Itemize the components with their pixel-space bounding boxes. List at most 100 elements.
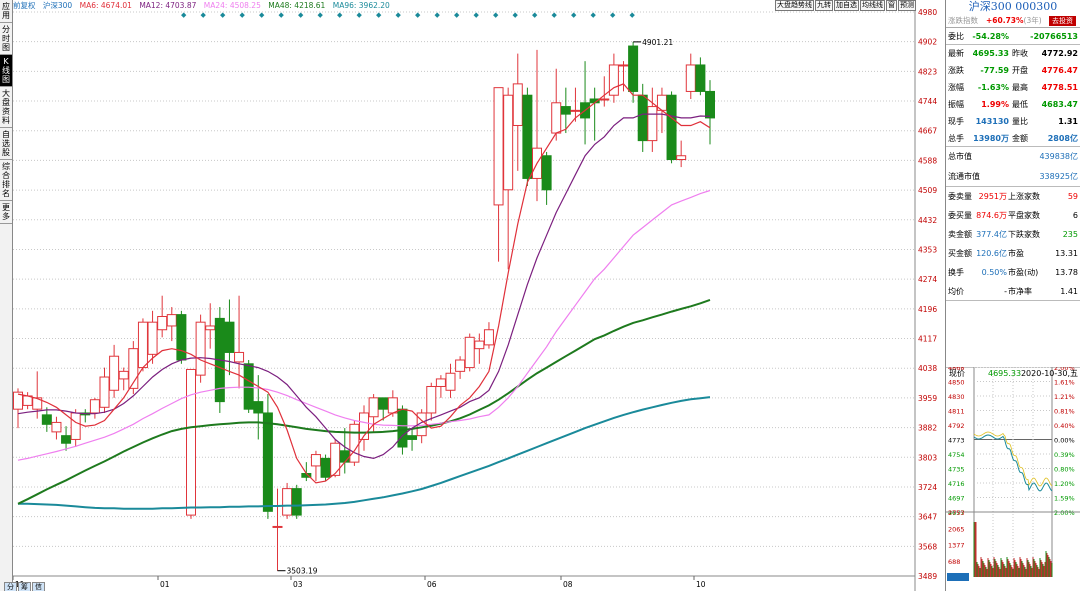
stat-label: 市盈(动) (1008, 268, 1039, 277)
stat-value: 0.50% (981, 268, 1007, 277)
intraday-pct-tick: 1.59% (1054, 495, 1075, 503)
quote-row: 委比 -54.28% -20766513 (946, 28, 1080, 45)
kline-chart[interactable]: 前复权 沪深300 MA6: 4674.01 MA12: 4703.87 MA2… (13, 0, 945, 591)
candle-body (493, 87, 504, 206)
candle-body (195, 321, 206, 376)
toolbar-button-1[interactable]: 九转 (815, 0, 833, 11)
toolbar-button-2[interactable]: 加自选 (834, 0, 859, 11)
candle-body (695, 64, 706, 92)
intraday-volume-tick: 2065 (948, 525, 965, 533)
price-tick-label: 3959 (918, 394, 937, 403)
price-tick-label: 4196 (918, 305, 937, 314)
quote-label: 最新 (948, 49, 964, 58)
market-cap-rows: 总市值 439838亿 流通市值 338925亿 (946, 147, 1080, 187)
signal-marker: ◆ (571, 11, 577, 19)
stat-label: 委买量 (948, 211, 972, 220)
candle-body (387, 397, 398, 414)
ma48-value: MA48: 4218.61 (268, 1, 326, 10)
index-return-pct: +60.73% (986, 16, 1024, 25)
candle-body (570, 109, 581, 112)
candle-body (166, 314, 177, 327)
candle-body (474, 340, 485, 350)
candle-body (253, 401, 264, 414)
quote-row: 现手 143130 量比 1.31 (946, 113, 1080, 130)
candle-body (426, 385, 437, 414)
candle-body (628, 45, 639, 92)
candle-body (647, 106, 658, 142)
left-tab-1[interactable]: 分时图 (0, 23, 12, 55)
quote-label: 委比 (948, 32, 964, 41)
intraday-pct-tick: 0.40% (1054, 422, 1075, 430)
quote-label: 现手 (948, 117, 964, 126)
invest-button[interactable]: 去投资 (1049, 16, 1076, 26)
left-tab-6[interactable]: 更多 (0, 201, 12, 224)
intraday-tab-1[interactable]: 筹 (18, 582, 31, 591)
candle-body (291, 488, 302, 516)
quote-value: 2808亿 (1047, 134, 1078, 143)
candle-body (705, 90, 715, 119)
intraday-header: 现价 4695.33 2020-10-30,五 (946, 367, 1080, 381)
quote-title: 沪深300 000300 (968, 0, 1058, 13)
quote-row: 涨跌 -77.59 开盘 4776.47 (946, 62, 1080, 79)
left-tab-5[interactable]: 综合排名 (0, 160, 12, 201)
kline-svg: 4980 4902 4823 4744 4667 4588 4509 4432 4353 4274… (13, 0, 937, 591)
quote-label: 昨收 (1012, 49, 1028, 58)
price-tick-label: 4117 (918, 335, 937, 344)
index-return-row: 涨跌指数 +60.73%(3年) 去投资 (946, 14, 1080, 28)
toolbar-button-3[interactable]: 均线线 (860, 0, 885, 11)
price-tick-label: 4353 (918, 245, 937, 254)
high-marker-label: 4901.21 (642, 38, 673, 47)
left-tab-0[interactable]: 应用 (0, 0, 12, 23)
stat-value: 120.6亿 (976, 249, 1007, 258)
signal-marker: ◆ (259, 11, 265, 19)
mode-label: 前复权 (13, 1, 36, 10)
quote-label: 总手 (948, 134, 964, 143)
price-tick-label: 4902 (918, 38, 937, 47)
quote-row: 最新 4695.33 昨收 4772.92 (946, 45, 1080, 62)
intraday-panel[interactable]: 现价 4695.33 2020-10-30,五 4868 2.00% 4850 1.6… (946, 364, 1080, 591)
stat-row: 卖金额 377.4亿 下跌家数 235 (946, 225, 1080, 244)
toolbar-button-4[interactable]: 窗 (886, 0, 897, 11)
quote-value: 4772.92 (1041, 49, 1078, 58)
stat-label: 下跌家数 (1008, 230, 1040, 239)
stat-value: 13.31 (1055, 249, 1078, 258)
intraday-pct-tick: 2.00% (1054, 509, 1075, 517)
left-tab-2[interactable]: K线图 (0, 55, 12, 87)
candle-body (560, 106, 571, 115)
left-tab-3[interactable]: 大盘资料 (0, 87, 12, 128)
stat-label: 委卖量 (948, 192, 972, 201)
candle-body (512, 83, 523, 126)
candle-body (397, 408, 408, 448)
intraday-price-label: 现价 (949, 369, 965, 378)
intraday-tab-2[interactable]: 信 (32, 582, 45, 591)
quote-label: 振幅 (948, 100, 964, 109)
signal-marker: ◆ (298, 11, 304, 19)
candle-body (41, 414, 52, 425)
intraday-price-tick: 4754 (948, 451, 965, 459)
left-tab-4[interactable]: 自选股 (0, 128, 12, 160)
candle-body (224, 321, 235, 353)
candle-body (137, 321, 148, 369)
signal-marker: ◆ (357, 11, 363, 19)
index-name: 沪深300 (42, 1, 73, 10)
price-tick-label: 3882 (918, 424, 937, 433)
candle-body (666, 94, 677, 161)
quote-value: -1.63% (977, 83, 1009, 92)
price-tick-label: 4038 (918, 364, 937, 373)
price-tick-label: 4744 (918, 97, 937, 106)
price-tick-label: 4823 (918, 67, 937, 76)
intraday-tab-0[interactable]: 分 (4, 582, 17, 591)
intraday-price-tick: 4716 (948, 480, 965, 488)
toolbar-button-5[interactable]: 预测 (898, 0, 916, 11)
signal-marker: ◆ (201, 11, 207, 19)
stat-value: 1.41 (1060, 287, 1078, 296)
quote-label: 金额 (1012, 134, 1028, 143)
signal-marker: ◆ (415, 11, 421, 19)
intraday-date: 2020-10-30,五 (1020, 369, 1078, 378)
market-cap-label: 总市值 (948, 152, 972, 161)
toolbar-button-0[interactable]: 大盘趋势线 (775, 0, 814, 11)
intraday-pct-tick: 0.80% (1054, 466, 1075, 474)
stat-row: 委卖量 2951万 上涨家数 59 (946, 187, 1080, 206)
candle-body (310, 454, 321, 467)
quote-value: 4778.51 (1041, 83, 1078, 92)
